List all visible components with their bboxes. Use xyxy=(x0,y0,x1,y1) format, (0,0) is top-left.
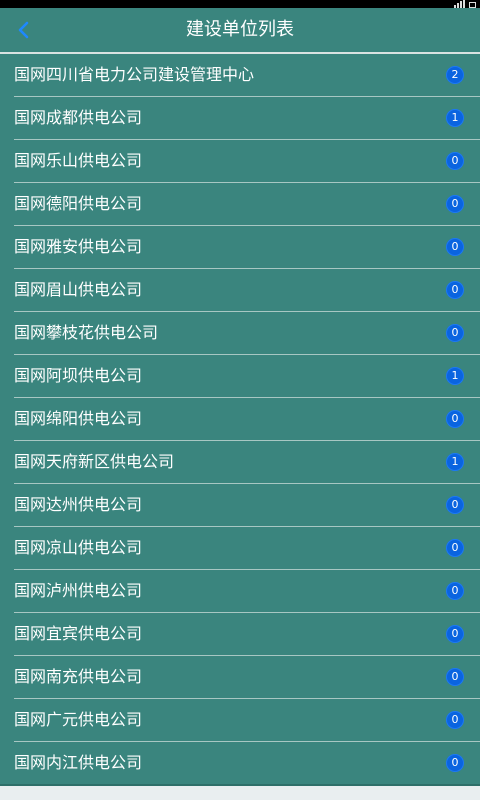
list-item[interactable]: 国网攀枝花供电公司 0 xyxy=(14,312,480,355)
list-item[interactable]: 国网泸州供电公司 0 xyxy=(14,570,480,613)
unit-name: 国网眉山供电公司 xyxy=(14,280,143,299)
count-badge: 0 xyxy=(446,668,464,686)
unit-name: 国网南充供电公司 xyxy=(14,667,143,686)
count-badge: 0 xyxy=(446,152,464,170)
count-badge: 0 xyxy=(446,324,464,342)
list-item[interactable]: 国网广元供电公司 0 xyxy=(14,699,480,742)
unit-name: 国网成都供电公司 xyxy=(14,108,143,127)
unit-name: 国网达州供电公司 xyxy=(14,495,143,514)
list-item[interactable]: 国网南充供电公司 0 xyxy=(14,656,480,699)
count-badge: 0 xyxy=(446,195,464,213)
app-screen: 建设单位列表 国网四川省电力公司建设管理中心 2 国网成都供电公司 1 国网乐山供电公司… xyxy=(0,0,480,800)
unit-name: 国网天府新区供电公司 xyxy=(14,452,175,471)
list-item[interactable]: 国网德阳供电公司 0 xyxy=(14,183,480,226)
list-item[interactable]: 国网四川省电力公司建设管理中心 2 xyxy=(14,54,480,97)
count-badge: 0 xyxy=(446,711,464,729)
unit-name: 国网凉山供电公司 xyxy=(14,538,143,557)
list-item[interactable]: 国网天府新区供电公司 1 xyxy=(14,441,480,484)
count-badge: 0 xyxy=(446,281,464,299)
bottom-area xyxy=(0,784,480,800)
unit-name: 国网宜宾供电公司 xyxy=(14,624,143,643)
unit-name: 国网内江供电公司 xyxy=(14,753,143,772)
unit-name: 国网四川省电力公司建设管理中心 xyxy=(14,65,255,84)
count-badge: 0 xyxy=(446,625,464,643)
unit-name: 国网乐山供电公司 xyxy=(14,151,143,170)
list-item[interactable]: 国网绵阳供电公司 0 xyxy=(14,398,480,441)
list-item[interactable]: 国网成都供电公司 1 xyxy=(14,97,480,140)
page-title: 建设单位列表 xyxy=(186,19,294,40)
status-icons xyxy=(454,0,476,8)
list-item[interactable]: 国网阿坝供电公司 1 xyxy=(14,355,480,398)
title-bar: 建设单位列表 xyxy=(0,8,480,54)
list-item[interactable]: 国网雅安供电公司 0 xyxy=(14,226,480,269)
count-badge: 0 xyxy=(446,539,464,557)
unit-name: 国网攀枝花供电公司 xyxy=(14,323,159,342)
count-badge: 1 xyxy=(446,367,464,385)
count-badge: 0 xyxy=(446,582,464,600)
unit-name: 国网泸州供电公司 xyxy=(14,581,143,600)
unit-name: 国网德阳供电公司 xyxy=(14,194,143,213)
construction-unit-list: 国网四川省电力公司建设管理中心 2 国网成都供电公司 1 国网乐山供电公司 0 国网德阳供电… xyxy=(0,54,480,784)
count-badge: 0 xyxy=(446,754,464,772)
count-badge: 1 xyxy=(446,109,464,127)
count-badge: 0 xyxy=(446,496,464,514)
unit-name: 国网阿坝供电公司 xyxy=(14,366,143,385)
unit-name: 国网广元供电公司 xyxy=(14,710,143,729)
count-badge: 1 xyxy=(446,453,464,471)
list-item[interactable]: 国网达州供电公司 0 xyxy=(14,484,480,527)
list-item[interactable]: 国网眉山供电公司 0 xyxy=(14,269,480,312)
list-item[interactable]: 国网乐山供电公司 0 xyxy=(14,140,480,183)
status-bar xyxy=(0,0,480,8)
list-item[interactable]: 国网宜宾供电公司 0 xyxy=(14,613,480,656)
count-badge: 0 xyxy=(446,238,464,256)
signal-icon xyxy=(454,0,465,8)
unit-name: 国网雅安供电公司 xyxy=(14,237,143,256)
list-item[interactable]: 国网内江供电公司 0 xyxy=(14,742,480,784)
unit-name: 国网绵阳供电公司 xyxy=(14,409,143,428)
list-item[interactable]: 国网凉山供电公司 0 xyxy=(14,527,480,570)
count-badge: 2 xyxy=(446,66,464,84)
count-badge: 0 xyxy=(446,410,464,428)
